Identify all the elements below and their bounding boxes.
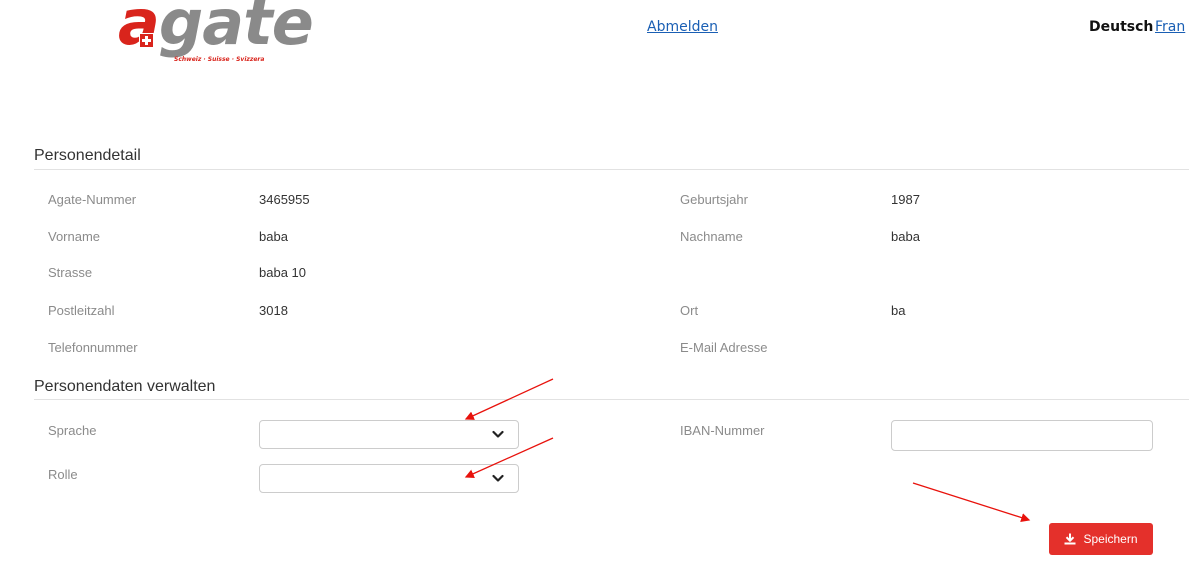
value-postal-code: 3018 (259, 303, 288, 318)
label-language: Sprache (48, 423, 97, 438)
language-switch-link[interactable]: Fran (1155, 19, 1185, 35)
label-agate-number: Agate-Nummer (48, 192, 137, 207)
label-postal-code: Postleitzahl (48, 303, 115, 318)
value-first-name: baba (259, 229, 288, 244)
label-role: Rolle (48, 467, 78, 482)
language-current: Deutsch (1089, 19, 1154, 35)
logo-letters-rest: gate (158, 0, 314, 59)
iban-input[interactable] (891, 420, 1153, 451)
label-iban: IBAN-Nummer (680, 423, 765, 438)
chevron-down-icon (492, 474, 504, 482)
value-last-name: baba (891, 229, 920, 244)
section-title-person-detail: Personendetail (34, 147, 141, 164)
label-phone: Telefonnummer (48, 340, 138, 355)
section-title-manage-person-data: Personendaten verwalten (34, 378, 216, 395)
swiss-cross-icon (139, 33, 154, 48)
download-icon (1064, 533, 1076, 545)
section-divider (34, 399, 1189, 400)
value-agate-number: 3465955 (259, 192, 310, 207)
language-select[interactable] (259, 420, 519, 449)
value-birth-year: 1987 (891, 192, 920, 207)
label-birth-year: Geburtsjahr (680, 192, 748, 207)
label-first-name: Vorname (48, 229, 101, 244)
annotation-arrows (464, 378, 1031, 522)
label-street: Strasse (48, 265, 93, 280)
save-button[interactable]: Speichern (1049, 523, 1153, 555)
label-last-name: Nachname (680, 229, 743, 244)
annotation-arrow-save (912, 482, 1031, 522)
chevron-down-icon (492, 430, 504, 438)
logo-letter-a: a (118, 0, 160, 59)
value-city: ba (891, 303, 906, 318)
value-street: baba 10 (259, 265, 306, 280)
logout-link[interactable]: Abmelden (647, 19, 718, 35)
label-city: Ort (680, 303, 699, 318)
logo-tagline: Schweiz · Suisse · Svizzera (174, 56, 265, 63)
label-email: E-Mail Adresse (680, 340, 768, 355)
role-select[interactable] (259, 464, 519, 493)
agate-logo: agate Schweiz · Suisse · Svizzera (118, 0, 314, 68)
save-button-label: Speichern (1083, 532, 1138, 546)
section-divider (34, 169, 1189, 170)
